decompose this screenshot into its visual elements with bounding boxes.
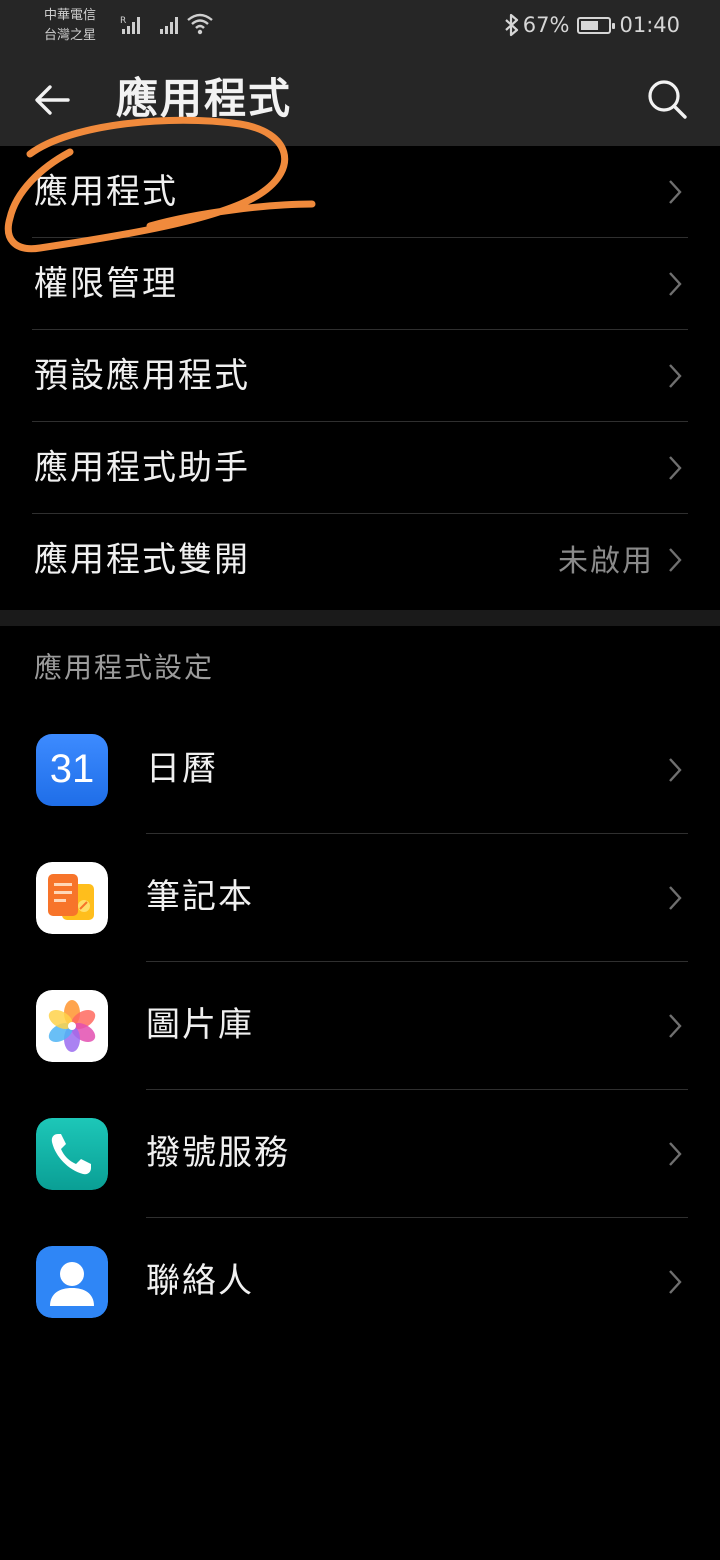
chevron-right-icon — [669, 758, 682, 782]
clock: 01:40 — [619, 13, 680, 37]
battery-level — [581, 20, 599, 30]
app-bar: 應用程式 — [0, 50, 720, 146]
status-bar: 中華電信 台灣之星 R 67% 01:40 — [0, 0, 720, 50]
chevron-right-icon — [669, 886, 682, 910]
app-item-contacts[interactable]: 聯絡人 — [0, 1218, 720, 1346]
carrier-primary: 中華電信 — [44, 8, 97, 23]
status-value: 未啟用 — [558, 544, 654, 579]
calendar-icon: 31 — [36, 734, 108, 806]
carrier-secondary: 台灣之星 — [44, 28, 97, 43]
carrier-names: 中華電信 台灣之星 — [44, 6, 96, 46]
chevron-right-icon — [669, 180, 682, 204]
wifi-icon — [187, 13, 213, 35]
contacts-icon — [36, 1246, 108, 1318]
menu-item-permissions[interactable]: 權限管理 — [32, 238, 688, 330]
chevron-right-icon — [669, 1014, 682, 1038]
battery-percent: 67% — [522, 13, 570, 37]
menu-item-app-twin[interactable]: 應用程式雙開 未啟用 — [32, 514, 688, 606]
calendar-date: 31 — [49, 747, 95, 791]
signal-icon: R — [120, 16, 140, 34]
menu-item-apps[interactable]: 應用程式 — [32, 146, 688, 238]
page-title: 應用程式 — [116, 74, 293, 123]
app-item-calendar[interactable]: 31 日曆 — [0, 706, 720, 834]
section-title: 應用程式設定 — [34, 651, 215, 684]
app-label: 聯絡人 — [146, 1261, 254, 1301]
gallery-icon — [36, 990, 108, 1062]
menu-item-default-apps[interactable]: 預設應用程式 — [32, 330, 688, 422]
chevron-right-icon — [669, 548, 682, 572]
app-item-dialer[interactable]: 撥號服務 — [0, 1090, 720, 1218]
menu-item-label: 應用程式 — [34, 172, 178, 212]
app-label: 圖片庫 — [146, 1005, 254, 1045]
chevron-right-icon — [669, 456, 682, 480]
roaming-badge: R — [120, 16, 126, 26]
battery-icon — [577, 16, 616, 34]
menu-item-label: 權限管理 — [34, 264, 178, 304]
chevron-right-icon — [669, 272, 682, 296]
app-label: 筆記本 — [146, 877, 254, 917]
menu-item-label: 應用程式雙開 — [34, 540, 250, 580]
arrow-left-icon[interactable] — [28, 76, 76, 124]
app-item-gallery[interactable]: 圖片庫 — [0, 962, 720, 1090]
app-label: 日曆 — [146, 749, 218, 789]
settings-menu: 應用程式 權限管理 預設應用程式 應用程式助手 應用程式雙開 未啟用 — [0, 146, 720, 606]
app-settings-list: 31 日曆 筆記本 圖片庫 撥號服務 聯絡人 — [0, 706, 720, 1346]
app-item-notepad[interactable]: 筆記本 — [0, 834, 720, 962]
signal-icon — [160, 17, 178, 34]
chevron-right-icon — [669, 1142, 682, 1166]
section-divider — [0, 610, 720, 626]
bluetooth-icon — [505, 13, 518, 37]
search-icon[interactable] — [644, 76, 690, 122]
phone-icon — [36, 1118, 108, 1190]
notepad-icon — [36, 862, 108, 934]
chevron-right-icon — [669, 1270, 682, 1294]
menu-item-label: 應用程式助手 — [34, 448, 250, 488]
chevron-right-icon — [669, 364, 682, 388]
status-indicators: 67% 01:40 — [503, 12, 680, 38]
menu-item-label: 預設應用程式 — [34, 356, 250, 396]
app-label: 撥號服務 — [146, 1133, 290, 1173]
menu-item-app-assistant[interactable]: 應用程式助手 — [32, 422, 688, 514]
